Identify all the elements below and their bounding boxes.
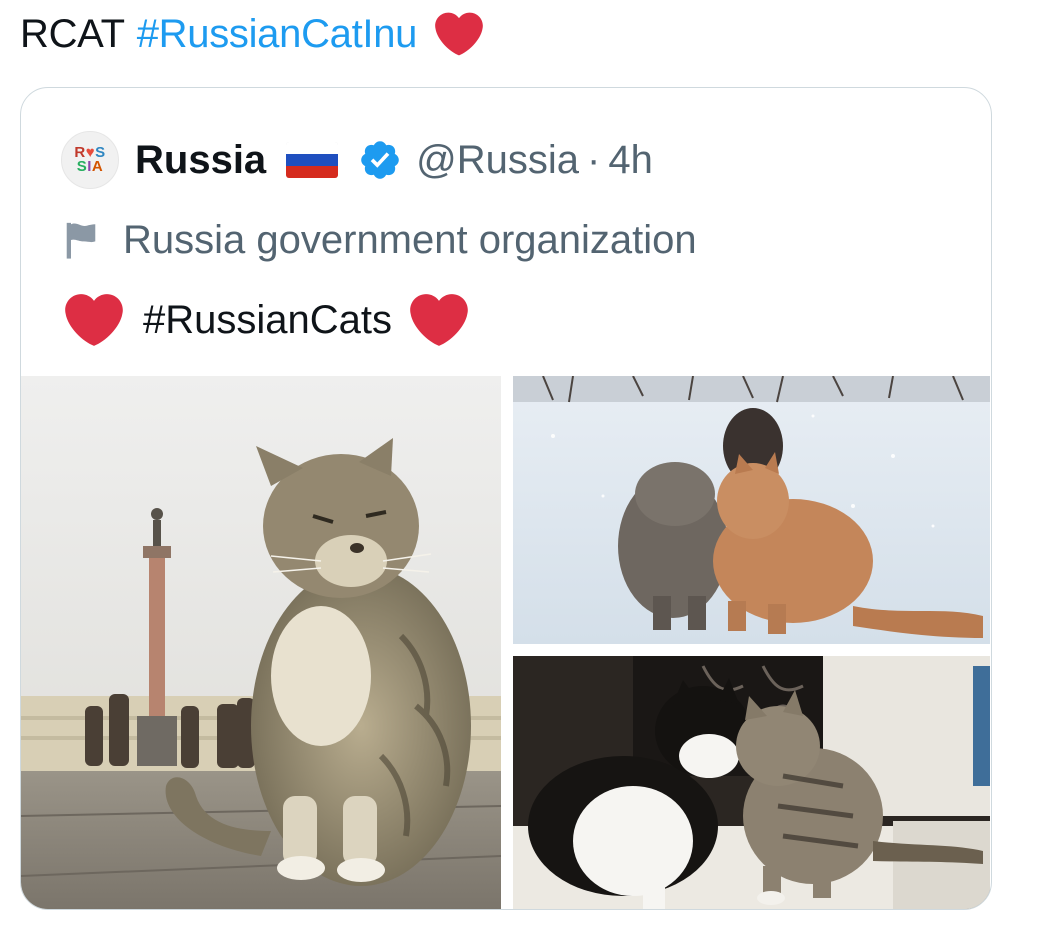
hashtag-link[interactable]: #RussianCatInu [137,12,418,57]
black-white-and-tabby-cats-photo[interactable] [513,656,990,909]
avatar[interactable]: R♥S SIA [61,131,119,189]
russia-flag-icon [286,142,339,178]
heart-emoji-icon [410,291,468,349]
tweet-text-word: RCAT [20,11,125,56]
affiliation-label: Russia government organization [123,217,697,262]
verified-badge-icon [358,138,402,182]
government-flag-icon [63,220,99,260]
affiliation-label-row: Russia government organization [63,212,697,268]
author-handle[interactable]: @Russia [416,138,579,183]
quote-author-row: R♥S SIA Russia @Russia · 4h [61,130,653,190]
quoted-tweet-card[interactable]: R♥S SIA Russia @Russia · 4h Russia gover… [20,87,992,910]
media-grid [21,376,990,909]
quote-hashtag[interactable]: #RussianCats [143,298,392,343]
separator-dot: · [587,137,601,182]
heart-emoji-icon [435,10,483,58]
tabby-cat-palace-square-photo[interactable] [21,376,501,909]
tweet-text: RCAT #RussianCatInu [20,4,483,64]
timestamp[interactable]: 4h [608,138,653,183]
heart-emoji-icon [65,291,123,349]
two-fluffy-cats-in-snow-photo[interactable] [513,376,990,644]
author-display-name[interactable]: Russia [135,138,266,183]
quote-text: #RussianCats [65,288,468,352]
